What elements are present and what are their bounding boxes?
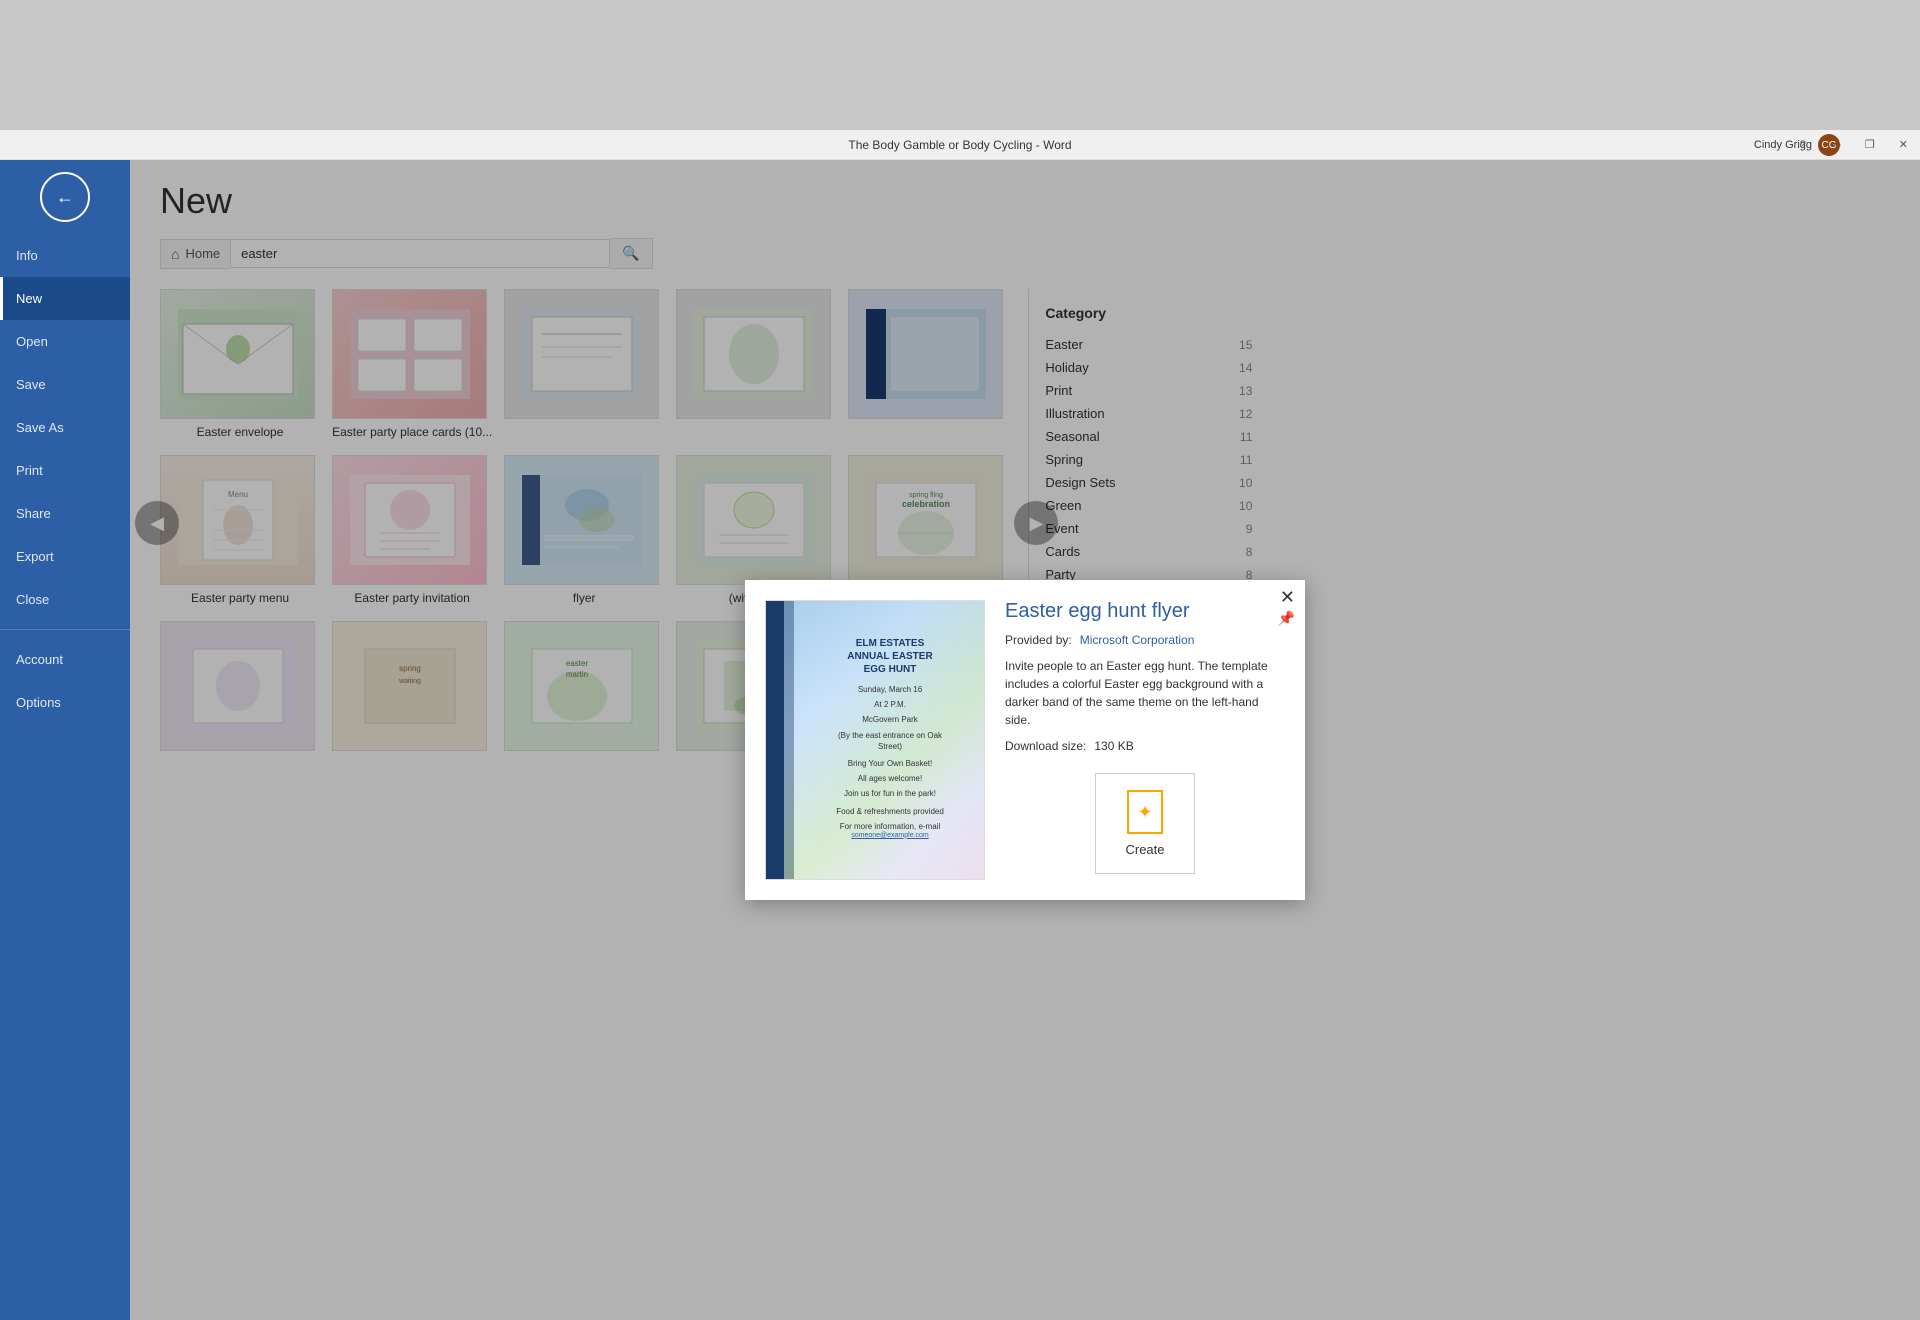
sidebar-item-options[interactable]: Options	[0, 681, 130, 724]
close-window-button[interactable]: ✕	[1887, 130, 1920, 159]
create-label: Create	[1125, 842, 1164, 857]
modal-body: ELM ESTATES ANNUAL EASTER EGG HUNT Sunda…	[745, 580, 1305, 900]
flyer-title-1: ELM ESTATES	[827, 637, 953, 650]
modal-download-label: Download size:	[1005, 739, 1086, 753]
flyer-text-7: Join us for fun in the park!	[827, 788, 953, 799]
sidebar-item-open[interactable]: Open	[0, 320, 130, 363]
back-button[interactable]: ←	[40, 172, 90, 222]
create-button[interactable]: Create	[1095, 773, 1195, 874]
content-area: New ⌂ Home 🔍 ◀	[130, 160, 1920, 1320]
window-title: The Body Gamble or Body Cycling - Word	[848, 138, 1071, 152]
modal-provider: Provided by: Microsoft Corporation	[1005, 633, 1285, 647]
sidebar-item-new[interactable]: New	[0, 277, 130, 320]
sidebar-item-close[interactable]: Close	[0, 578, 130, 621]
minimize-button[interactable]: —	[1818, 130, 1853, 159]
flyer-title-2: ANNUAL EASTER	[827, 650, 953, 663]
title-bar-controls: ? — ❐ ✕	[1788, 130, 1920, 159]
sidebar-item-account[interactable]: Account	[0, 638, 130, 681]
flyer-text-9: For more information, e-mail	[827, 821, 953, 832]
sidebar-item-export[interactable]: Export	[0, 535, 130, 578]
flyer-title-3: EGG HUNT	[827, 663, 953, 676]
create-icon	[1127, 790, 1163, 834]
title-bar: The Body Gamble or Body Cycling - Word C…	[0, 130, 1920, 160]
flyer-email: someone@example.com	[827, 832, 953, 839]
modal-description: Invite people to an Easter egg hunt. The…	[1005, 657, 1285, 729]
sidebar-item-print[interactable]: Print	[0, 449, 130, 492]
flyer-text-1: Sunday, March 16	[827, 684, 953, 695]
flyer-text-8: Food & refreshments provided	[827, 806, 953, 817]
modal-title: Easter egg hunt flyer	[1005, 600, 1285, 623]
help-button[interactable]: ?	[1788, 130, 1818, 159]
modal-provider-label: Provided by:	[1005, 633, 1072, 647]
modal-dialog: ✕ 📌 ELM ESTATES	[745, 580, 1305, 900]
flyer-content: ELM ESTATES ANNUAL EASTER EGG HUNT Sunda…	[812, 617, 968, 859]
taskbar-area	[0, 0, 1920, 130]
modal-provider-link[interactable]: Microsoft Corporation	[1080, 633, 1195, 647]
maximize-button[interactable]: ❐	[1853, 130, 1887, 159]
modal-info: Easter egg hunt flyer Provided by: Micro…	[1005, 600, 1285, 880]
sidebar-item-save[interactable]: Save	[0, 363, 130, 406]
sidebar-divider	[0, 629, 130, 630]
sidebar: ← Info New Open Save Save As Print Share	[0, 160, 130, 1320]
modal-close-button[interactable]: ✕	[1280, 588, 1295, 606]
flyer-text-3: McGovern Park	[827, 714, 953, 725]
sidebar-item-share[interactable]: Share	[0, 492, 130, 535]
modal-overlay: ✕ 📌 ELM ESTATES	[130, 160, 1920, 1320]
word-window: The Body Gamble or Body Cycling - Word C…	[0, 130, 1920, 1320]
modal-download-size: 130 KB	[1094, 739, 1133, 753]
modal-preview-inner: ELM ESTATES ANNUAL EASTER EGG HUNT Sunda…	[766, 601, 984, 879]
sidebar-item-info[interactable]: Info	[0, 234, 130, 277]
sidebar-item-save-as[interactable]: Save As	[0, 406, 130, 449]
flyer-text-5: Bring Your Own Basket!	[827, 758, 953, 769]
main-layout: ← Info New Open Save Save As Print Share	[0, 160, 1920, 1320]
modal-preview: ELM ESTATES ANNUAL EASTER EGG HUNT Sunda…	[765, 600, 985, 880]
flyer-text-4: (By the east entrance on Oak Street)	[827, 730, 953, 752]
flyer-text-2: At 2 P.M.	[827, 699, 953, 710]
create-button-container: Create	[1005, 773, 1285, 874]
modal-download: Download size: 130 KB	[1005, 739, 1285, 753]
flyer-text-6: All ages welcome!	[827, 773, 953, 784]
modal-pin-button[interactable]: 📌	[1278, 610, 1295, 627]
